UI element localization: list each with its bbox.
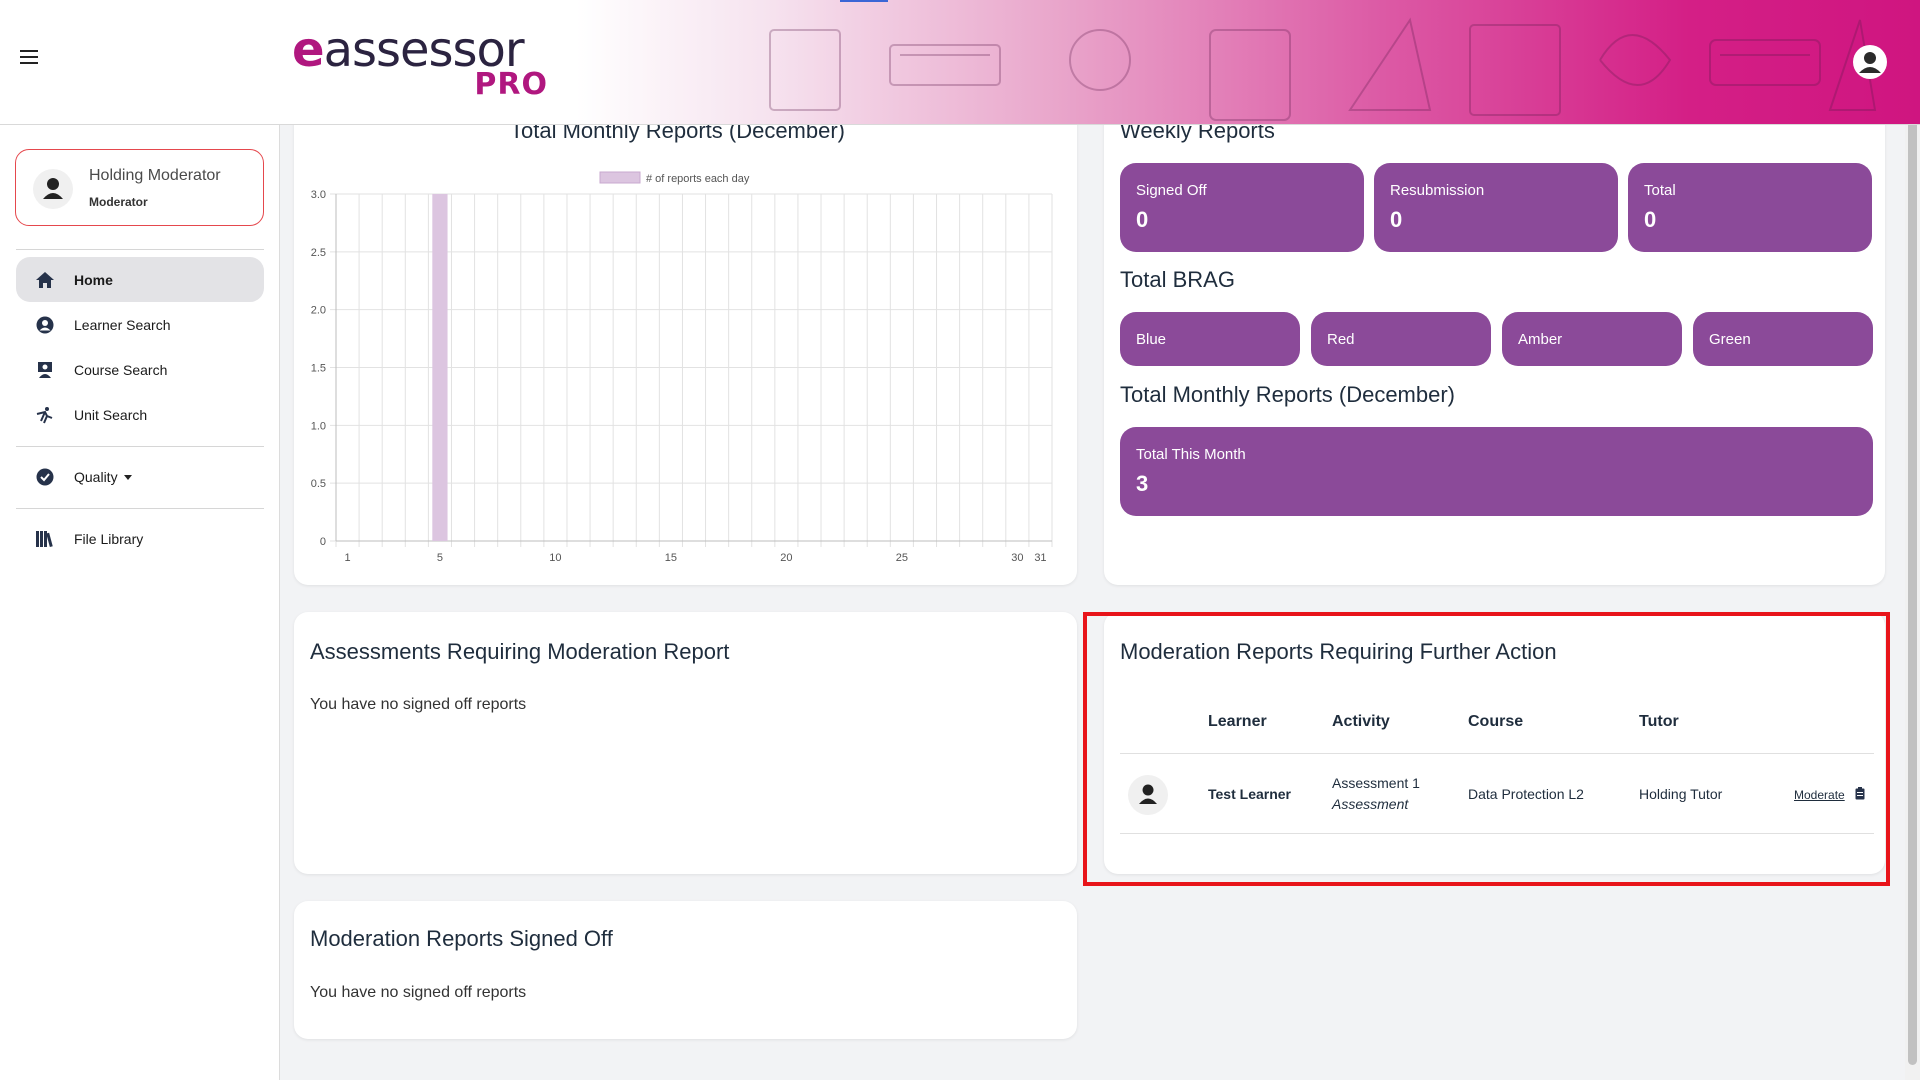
- tile-label: Total: [1644, 182, 1676, 199]
- sidebar: Holding Moderator Moderator Home Learner…: [0, 125, 280, 1080]
- y-tick-label: 3.0: [311, 189, 326, 201]
- total-tile[interactable]: Total 0: [1628, 163, 1872, 252]
- sidebar-item-label: File Library: [74, 530, 144, 547]
- stats-card: Weekly Reports Signed Off 0 Resubmission…: [1104, 104, 1885, 585]
- sidebar-item-quality[interactable]: Quality: [16, 454, 264, 499]
- y-tick-label: 0.5: [311, 478, 326, 490]
- column-header-learner: Learner: [1208, 713, 1267, 730]
- monthly-chart-card: Total Monthly Reports (December) 0 0.5 1.0…: [294, 104, 1077, 585]
- brag-red-tile[interactable]: Red: [1311, 312, 1491, 366]
- tile-label: Red: [1327, 331, 1355, 348]
- resubmission-tile[interactable]: Resubmission 0: [1374, 163, 1618, 252]
- x-tick-label: 31: [1034, 552, 1046, 564]
- header-doodle-background: [769, 17, 1877, 121]
- y-tick-label: 1.5: [311, 363, 326, 375]
- sidebar-divider: [16, 249, 264, 250]
- x-tick-label: 5: [437, 552, 443, 564]
- clipboard-icon[interactable]: [1855, 787, 1865, 800]
- legend-swatch: [599, 171, 641, 184]
- chevron-down-icon: [123, 475, 132, 481]
- monthly-reports-chart: 00.51.01.52.02.53.01 5 10 15 20 25 30 31# of re…: [311, 171, 1053, 564]
- sidebar-item-learner-search[interactable]: Learner Search: [16, 302, 264, 347]
- row-divider: [1120, 833, 1874, 834]
- further-action-card: Moderation Reports Requiring Further Act…: [1104, 612, 1885, 874]
- course-icon: [34, 359, 56, 381]
- x-tick-label: 10: [549, 552, 561, 564]
- profile-name: Holding Moderator: [89, 167, 221, 184]
- top-header: eassessor PRO: [0, 0, 1920, 125]
- empty-state-text: You have no signed off reports: [310, 984, 527, 1001]
- card-title: Assessments Requiring Moderation Report: [310, 639, 730, 664]
- library-icon: [34, 528, 56, 550]
- x-tick-label: 15: [665, 552, 677, 564]
- empty-state-text: You have no signed off reports: [310, 696, 527, 713]
- tile-label: Resubmission: [1390, 182, 1485, 199]
- tile-value: 0: [1136, 207, 1149, 232]
- sidebar-item-label: Unit Search: [74, 406, 148, 423]
- total-this-month-tile[interactable]: Total This Month 3: [1120, 427, 1873, 516]
- unit-icon: [34, 404, 56, 426]
- header-divider: [1120, 753, 1874, 754]
- home-icon: [34, 269, 56, 291]
- sidebar-item-course-search[interactable]: Course Search: [16, 347, 264, 392]
- account-avatar-icon[interactable]: [1853, 45, 1887, 79]
- x-tick-label: 20: [780, 552, 792, 564]
- assessments-requiring-moderation-card: Assessments Requiring Moderation Report …: [294, 612, 1077, 874]
- app-logo[interactable]: eassessor PRO: [292, 25, 552, 105]
- profile-role: Moderator: [89, 195, 148, 209]
- menu-toggle-icon[interactable]: [20, 50, 38, 64]
- sidebar-item-file-library[interactable]: File Library: [16, 516, 264, 561]
- tile-label: Blue: [1136, 331, 1167, 348]
- avatar: [33, 169, 73, 209]
- card-title: Moderation Reports Requiring Further Act…: [1120, 639, 1557, 664]
- course-name: Data Protection L2: [1468, 786, 1584, 802]
- activity-name: Assessment 1: [1332, 775, 1420, 791]
- x-tick-label: 1: [344, 552, 350, 564]
- tile-label: Signed Off: [1136, 182, 1207, 199]
- sidebar-item-label: Home: [74, 271, 113, 288]
- x-tick-label: 25: [896, 552, 908, 564]
- tile-label: Green: [1709, 331, 1751, 348]
- sidebar-item-unit-search[interactable]: Unit Search: [16, 392, 264, 437]
- learner-name: Test Learner: [1208, 786, 1291, 802]
- signed-off-tile[interactable]: Signed Off 0: [1120, 163, 1364, 252]
- user-profile-card[interactable]: Holding Moderator Moderator: [15, 149, 264, 226]
- sidebar-divider: [16, 508, 264, 509]
- sidebar-divider: [16, 446, 264, 447]
- scrollbar-thumb[interactable]: [1908, 105, 1917, 1065]
- y-tick-label: 2.0: [311, 305, 326, 317]
- brag-amber-tile[interactable]: Amber: [1502, 312, 1682, 366]
- chart-bar: [432, 194, 448, 541]
- tile-value: 0: [1644, 207, 1657, 232]
- tutor-name: Holding Tutor: [1639, 786, 1723, 802]
- legend-label: # of reports each day: [646, 173, 750, 185]
- sidebar-item-label: Quality: [74, 469, 132, 485]
- page-scrollbar[interactable]: [1905, 0, 1920, 1080]
- y-tick-label: 2.5: [311, 247, 326, 259]
- tile-label: Total This Month: [1136, 446, 1246, 463]
- avatar: [1128, 775, 1168, 815]
- column-header-tutor: Tutor: [1639, 713, 1679, 730]
- y-tick-label: 1.0: [311, 420, 326, 432]
- brag-green-tile[interactable]: Green: [1693, 312, 1873, 366]
- tile-label: Amber: [1518, 331, 1563, 348]
- sidebar-item-label: Course Search: [74, 361, 168, 378]
- moderation-signed-off-card: Moderation Reports Signed Off You have n…: [294, 901, 1077, 1039]
- tile-value: 3: [1136, 471, 1149, 496]
- card-title: Moderation Reports Signed Off: [310, 926, 613, 951]
- user-circle-icon: [34, 314, 56, 336]
- monthly-reports-heading: Total Monthly Reports (December): [1120, 382, 1456, 407]
- tile-value: 0: [1390, 207, 1403, 232]
- sidebar-item-label: Learner Search: [74, 316, 171, 333]
- x-tick-label: 30: [1011, 552, 1023, 564]
- activity-type: Assessment: [1332, 796, 1409, 812]
- column-header-course: Course: [1468, 713, 1524, 730]
- moderate-link[interactable]: Moderate: [1794, 788, 1845, 802]
- sidebar-item-home[interactable]: Home: [16, 257, 264, 302]
- total-brag-heading: Total BRAG: [1120, 267, 1235, 292]
- brag-blue-tile[interactable]: Blue: [1120, 312, 1300, 366]
- check-circle-icon: [34, 466, 56, 488]
- y-tick-label: 0: [320, 536, 326, 548]
- column-header-activity: Activity: [1332, 713, 1390, 730]
